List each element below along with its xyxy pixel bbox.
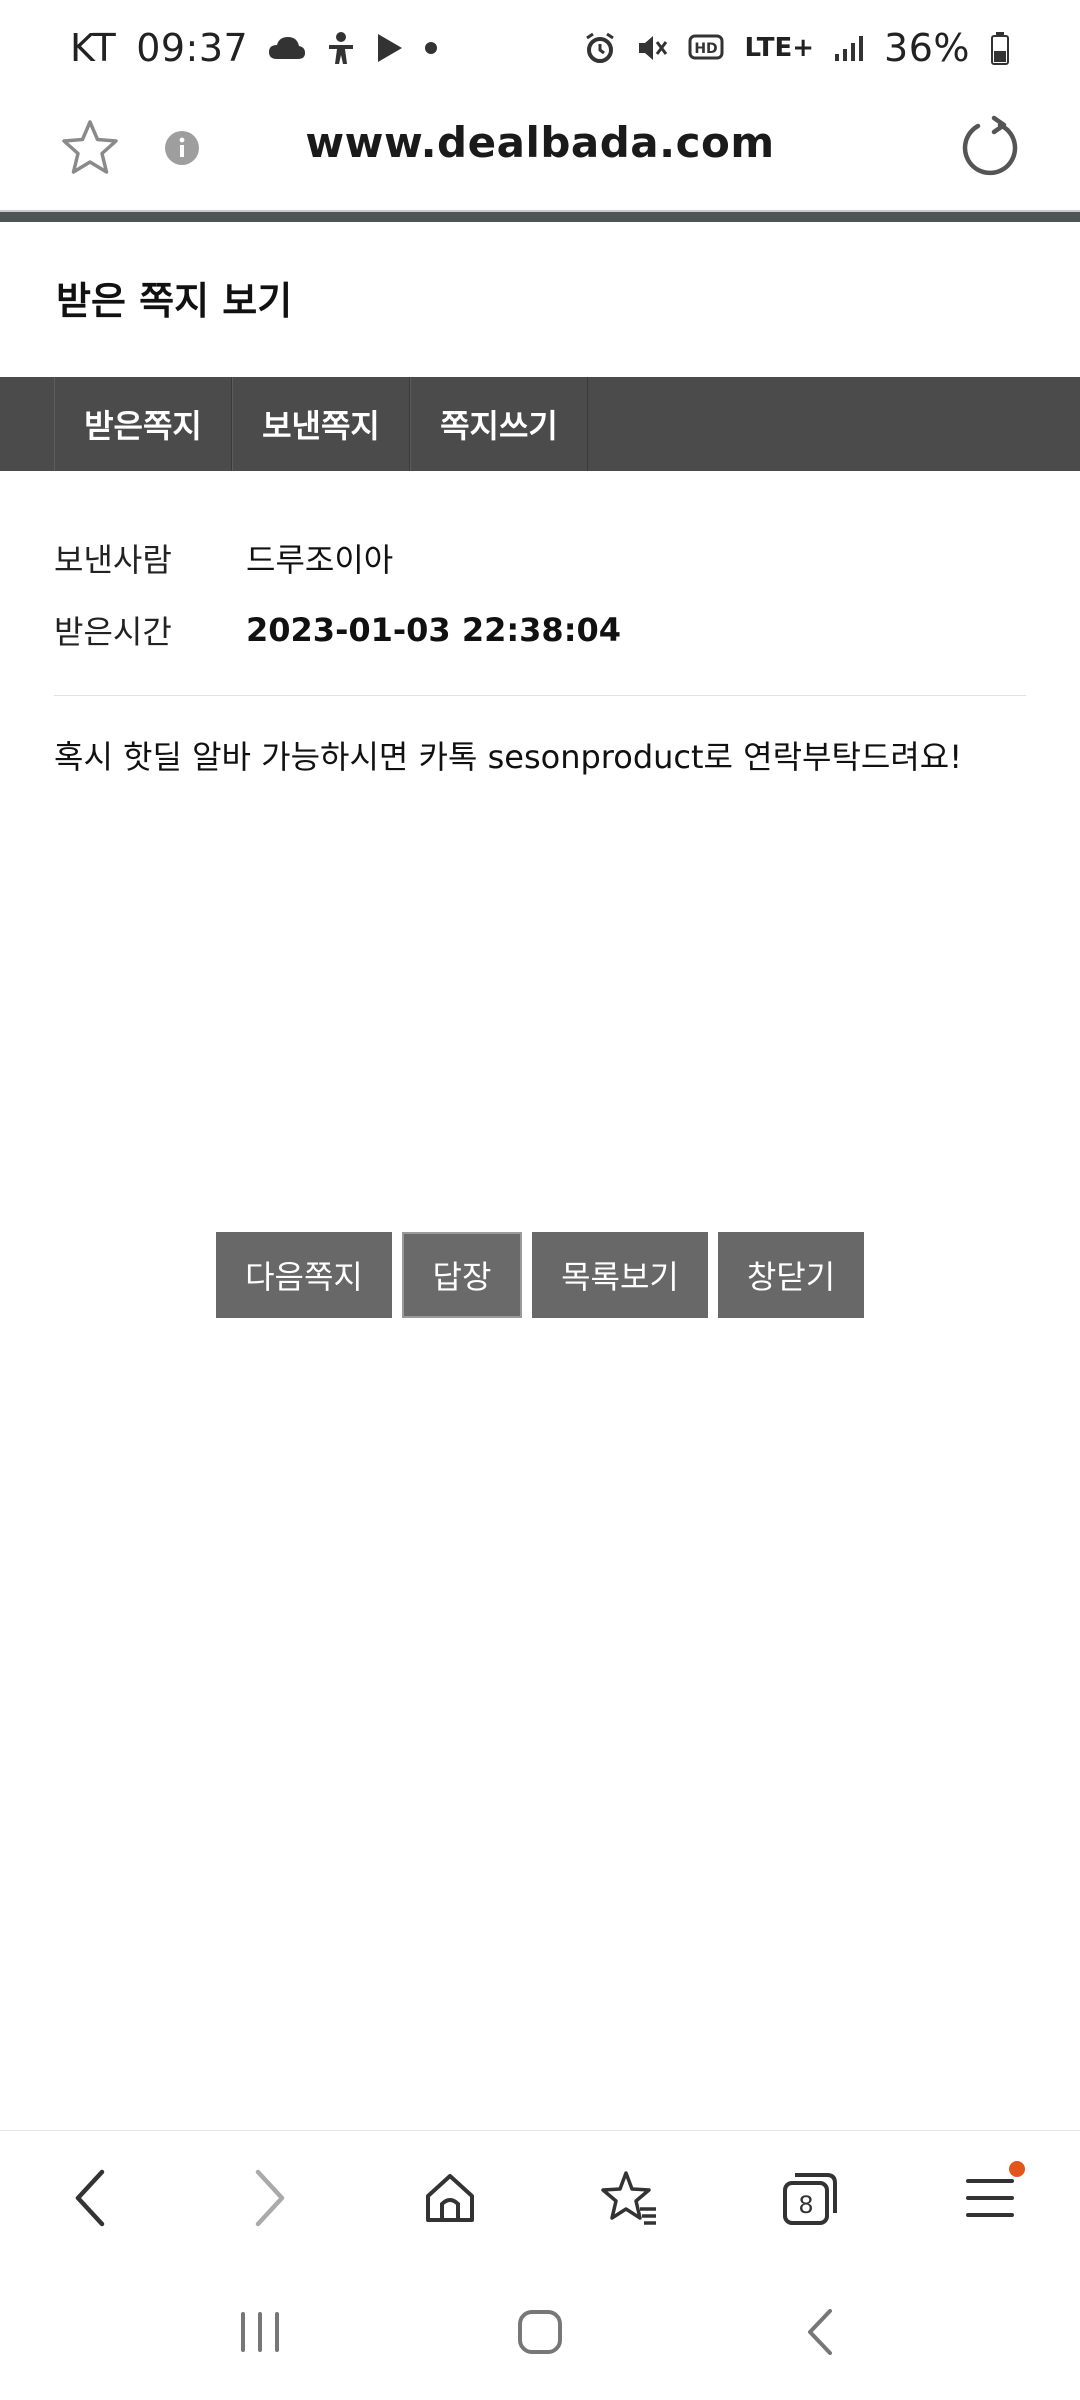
message-body: 혹시 핫딜 알바 가능하시면 카톡 sesonproduct로 연락부탁드려요! xyxy=(54,738,963,776)
tab-count: 8 xyxy=(798,2191,813,2219)
url-field[interactable]: www.dealbada.com xyxy=(0,118,1080,167)
tabs-icon[interactable]: 8 xyxy=(765,2153,855,2243)
bookmarks-icon[interactable] xyxy=(585,2153,675,2243)
hd-voice-icon: HD xyxy=(688,33,724,63)
play-icon xyxy=(376,33,404,63)
status-right: HD LTE+ 36% xyxy=(584,26,1010,70)
status-left: KT 09:37 xyxy=(70,26,438,70)
carrier-label: KT xyxy=(70,26,117,70)
reply-button[interactable]: 답장 xyxy=(402,1232,522,1318)
action-buttons: 다음쪽지 답장 목록보기 창닫기 xyxy=(0,1232,1080,1318)
received-time-row: 받은시간 2023-01-03 22:38:04 xyxy=(54,607,621,653)
browser-toolbar: 8 xyxy=(0,2130,1080,2265)
clock: 09:37 xyxy=(136,26,249,70)
android-navigation-bar xyxy=(0,2264,1080,2400)
mute-icon xyxy=(636,32,668,64)
page-title: 받은 쪽지 보기 xyxy=(56,279,293,323)
home-button-icon[interactable] xyxy=(495,2287,585,2377)
network-type: LTE+ xyxy=(744,33,815,63)
message-nav-tabs: 받은쪽지 보낸쪽지 쪽지쓰기 xyxy=(0,377,1080,471)
system-back-icon[interactable] xyxy=(775,2287,865,2377)
address-bar-divider xyxy=(0,210,1080,222)
signal-icon xyxy=(834,34,864,62)
menu-icon[interactable] xyxy=(945,2153,1035,2243)
battery-icon xyxy=(990,31,1010,65)
sender-value[interactable]: 드루조이아 xyxy=(246,535,393,581)
content-divider xyxy=(54,695,1026,696)
accessibility-icon xyxy=(326,31,356,65)
alarm-icon xyxy=(584,32,616,64)
reload-icon[interactable] xyxy=(956,114,1024,182)
status-bar: KT 09:37 HD LTE+ 36% xyxy=(0,0,1080,96)
browser-address-bar: www.dealbada.com xyxy=(0,96,1080,210)
forward-icon[interactable] xyxy=(225,2153,315,2243)
svg-text:HD: HD xyxy=(695,41,718,57)
cloud-icon xyxy=(268,35,306,61)
close-window-button[interactable]: 창닫기 xyxy=(718,1232,864,1318)
notification-dot xyxy=(1009,2161,1025,2177)
tab-sent[interactable]: 보낸쪽지 xyxy=(232,377,410,471)
next-message-button[interactable]: 다음쪽지 xyxy=(216,1232,392,1318)
received-time-value: 2023-01-03 22:38:04 xyxy=(246,611,622,649)
received-time-label: 받은시간 xyxy=(54,613,172,651)
home-icon[interactable] xyxy=(405,2153,495,2243)
list-button[interactable]: 목록보기 xyxy=(532,1232,708,1318)
back-icon[interactable] xyxy=(45,2153,135,2243)
dot-icon xyxy=(424,41,438,55)
recent-apps-icon[interactable] xyxy=(215,2287,305,2377)
sender-row: 보낸사람 드루조이아 xyxy=(54,535,393,581)
tab-inbox[interactable]: 받은쪽지 xyxy=(54,377,232,471)
battery-percent: 36% xyxy=(884,26,970,70)
tab-compose[interactable]: 쪽지쓰기 xyxy=(410,377,588,471)
sender-label: 보낸사람 xyxy=(54,541,172,579)
